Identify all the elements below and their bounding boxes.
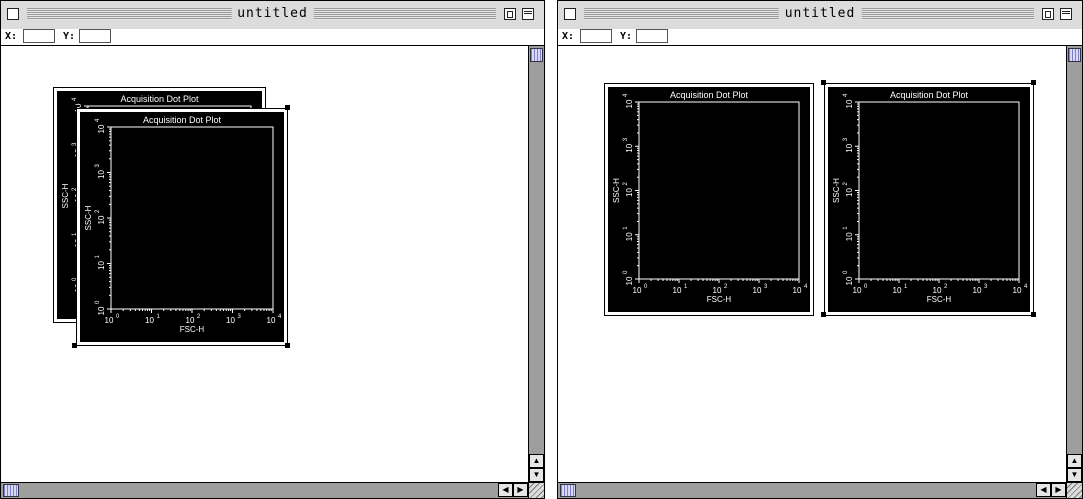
selection-handle[interactable] <box>1031 312 1036 317</box>
collapse-box-icon[interactable] <box>1060 8 1072 20</box>
scroll-up-arrow-icon[interactable]: ▲ <box>529 454 544 468</box>
plot-title: Acquisition Dot Plot <box>890 90 969 100</box>
dot-plot-left[interactable]: Acquisition Dot Plot 10 0 10 0 10 1 10 1 10 2 10 2 10… <box>604 83 814 316</box>
vertical-scrollbar[interactable]: ▲ ▼ <box>1066 46 1082 482</box>
y-tick-label: 10 <box>625 188 634 197</box>
close-box-icon[interactable] <box>7 8 19 20</box>
selection-handle[interactable] <box>285 343 290 348</box>
x-tick-label: 10 <box>793 286 802 295</box>
y-coordinate-field[interactable] <box>79 29 111 43</box>
x-tick-label: 10 <box>853 286 862 295</box>
x-tick-label: 10 <box>973 286 982 295</box>
y-axis-label: SSC-H <box>832 178 841 203</box>
scroll-up-arrow-icon[interactable]: ▲ <box>1067 454 1082 468</box>
scroll-down-arrow-icon[interactable]: ▼ <box>1067 468 1082 482</box>
x-tick-label: 10 <box>145 316 154 325</box>
vertical-scroll-thumb[interactable] <box>1068 48 1081 62</box>
resize-grow-box-icon[interactable] <box>1066 482 1082 498</box>
scroll-down-arrow-icon[interactable]: ▼ <box>529 468 544 482</box>
left-canvas[interactable]: Acquisition Dot Plot10010010110110210210… <box>1 46 528 482</box>
y-tick-label: 10 <box>97 124 106 133</box>
y-tick-label: 10 <box>97 306 106 315</box>
x-axis-label: FSC-H <box>180 325 205 334</box>
y-tick-label: 10 <box>97 215 106 224</box>
plot-svg: Acquisition Dot Plot10010010110110210210… <box>80 112 284 342</box>
close-box-icon[interactable] <box>564 8 576 20</box>
selection-handle[interactable] <box>285 105 290 110</box>
selection-handle[interactable] <box>72 343 77 348</box>
collapse-box-icon[interactable] <box>522 8 534 20</box>
y-tick-label: 10 <box>845 188 854 197</box>
zoom-box-icon[interactable] <box>1042 8 1054 20</box>
plot-background <box>828 87 1030 312</box>
y-tick-label: 10 <box>845 276 854 285</box>
horizontal-scroll-thumb[interactable] <box>560 484 576 497</box>
window-title: untitled <box>231 5 314 23</box>
x-tick-label: 10 <box>673 286 682 295</box>
plot-title: Acquisition Dot Plot <box>143 115 222 125</box>
plot-svg: Acquisition Dot Plot10010010110110210210… <box>828 87 1030 312</box>
horizontal-scrollbar[interactable]: ◀ ▶ <box>1 482 528 498</box>
left-window: untitled X: Y: Acquisition Dot Plot10010… <box>0 0 545 499</box>
y-tick-label: 10 <box>625 99 634 108</box>
x-coordinate-field[interactable] <box>23 29 55 43</box>
x-label: X: <box>5 31 18 42</box>
y-axis-label: SSC-H <box>84 205 93 230</box>
vertical-scroll-thumb[interactable] <box>530 48 543 62</box>
y-tick-label: 10 <box>97 261 106 270</box>
y-tick-label: 10 <box>845 143 854 152</box>
coordinate-bar: X: Y: <box>558 29 1082 46</box>
x-coordinate-field[interactable] <box>580 29 612 43</box>
window-title: untitled <box>778 5 862 23</box>
selection-handle[interactable] <box>72 105 77 110</box>
right-title-bar[interactable]: untitled <box>558 1 1082 30</box>
zoom-box-icon[interactable] <box>504 8 516 20</box>
right-window: untitled X: Y: Acquisition Dot Plot 10 0 10… <box>557 0 1083 499</box>
y-tick-label: 10 <box>625 143 634 152</box>
x-tick-label: 10 <box>753 286 762 295</box>
y-label: Y: <box>620 31 633 42</box>
x-tick-label: 10 <box>1013 286 1022 295</box>
y-tick-label: 10 <box>845 99 854 108</box>
horizontal-scroll-thumb[interactable] <box>3 484 19 497</box>
vertical-scrollbar[interactable]: ▲ ▼ <box>528 46 544 482</box>
y-axis-label: SSC-H <box>612 178 621 203</box>
plot-background <box>608 87 810 312</box>
y-tick-label: 10 <box>625 232 634 241</box>
y-tick-label: 10 <box>845 232 854 241</box>
x-tick-label: 10 <box>186 316 195 325</box>
y-coordinate-field[interactable] <box>636 29 668 43</box>
selection-handle[interactable] <box>821 80 826 85</box>
scroll-right-arrow-icon[interactable]: ▶ <box>513 483 528 497</box>
selection-handle[interactable] <box>1031 80 1036 85</box>
x-tick-label: 10 <box>933 286 942 295</box>
x-axis-label: FSC-H <box>707 295 732 304</box>
y-tick-label: 10 <box>625 276 634 285</box>
selection-handle[interactable] <box>821 312 826 317</box>
coordinate-bar: X: Y: <box>1 29 544 46</box>
y-tick-label: 10 <box>97 170 106 179</box>
dot-plot-right[interactable]: Acquisition Dot Plot 10 0 10 0 10 1 10 1 10 2 10 2 10… <box>824 83 1034 316</box>
y-label: Y: <box>63 31 76 42</box>
scroll-left-arrow-icon[interactable]: ◀ <box>1036 483 1051 497</box>
plot-title: Acquisition Dot Plot <box>670 90 749 100</box>
x-tick-label: 10 <box>105 316 114 325</box>
plot-title: Acquisition Dot Plot <box>120 94 199 104</box>
x-tick-label: 10 <box>226 316 235 325</box>
x-tick-label: 10 <box>893 286 902 295</box>
left-title-bar[interactable]: untitled <box>1 1 544 30</box>
x-tick-label: 10 <box>713 286 722 295</box>
x-tick-label: 10 <box>267 316 276 325</box>
x-label: X: <box>562 31 575 42</box>
resize-grow-box-icon[interactable] <box>528 482 544 498</box>
x-axis-label: FSC-H <box>927 295 952 304</box>
horizontal-scrollbar[interactable]: ◀ ▶ <box>558 482 1066 498</box>
dot-plot-front[interactable]: Acquisition Dot Plot 10 0 10 0 10 1 10 1 10 2 10 2 10… <box>76 108 288 346</box>
plot-svg: Acquisition Dot Plot10010010110110210210… <box>608 87 810 312</box>
scroll-left-arrow-icon[interactable]: ◀ <box>498 483 513 497</box>
right-canvas[interactable]: Acquisition Dot Plot 10 0 10 0 10 1 10 1 10 2 10 2 10… <box>558 46 1066 482</box>
scroll-right-arrow-icon[interactable]: ▶ <box>1051 483 1066 497</box>
x-tick-label: 10 <box>633 286 642 295</box>
y-axis-label: SSC-H <box>61 183 70 208</box>
